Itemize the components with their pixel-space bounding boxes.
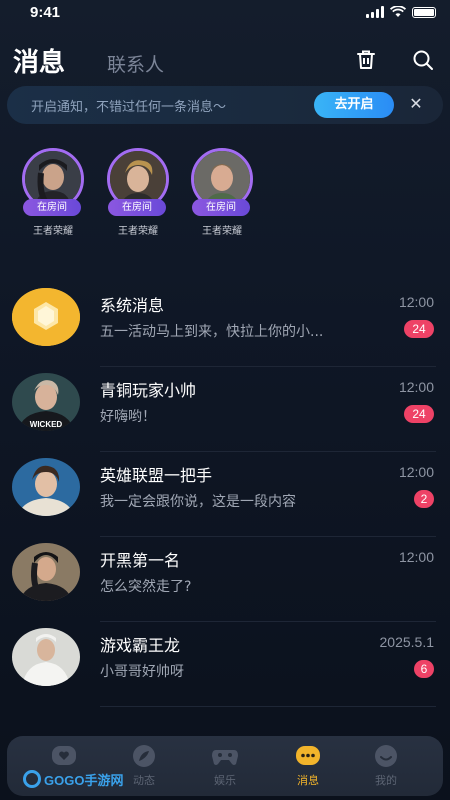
system-message-avatar	[12, 288, 80, 346]
conversation-item[interactable]: 游戏霸王龙 2025.5.1 小哥哥好帅呀 6	[0, 622, 450, 707]
nav-label: 我的	[375, 774, 397, 787]
trash-icon[interactable]	[354, 48, 378, 72]
conversation-time: 2025.5.1	[379, 634, 435, 650]
in-room-badge: 在房间	[108, 199, 166, 216]
divider	[100, 706, 436, 707]
conversation-time: 12:00	[398, 464, 434, 480]
conversation-time: 12:00	[398, 549, 434, 565]
watermark-logo: GOGO手游网	[23, 768, 123, 790]
conversation-item[interactable]: 英雄联盟一把手 12:00 我一定会跟你说，这是一段内容 2	[0, 452, 450, 537]
nav-item-entertainment[interactable]: 娱乐	[195, 744, 255, 788]
enable-notification-button[interactable]: 去开启	[314, 92, 394, 118]
conversation-name: 游戏霸王龙	[100, 636, 181, 655]
conversation-name: 开黑第一名	[100, 551, 181, 570]
search-icon[interactable]	[411, 48, 435, 72]
conversation-item[interactable]: 系统消息 12:00 五一活动马上到来，快拉上你的小... 24	[0, 282, 450, 367]
gamepad-icon	[212, 750, 238, 765]
avatar: WICKED	[12, 373, 80, 431]
conversation-name: 系统消息	[100, 296, 165, 315]
status-icons	[366, 6, 436, 18]
conversation-name: 青铜玩家小帅	[100, 381, 197, 400]
unread-badge: 6	[414, 660, 434, 678]
online-friends-row: 在房间 王者荣耀 在房间 王者荣耀 在房间 王者荣耀	[0, 148, 450, 240]
nav-label: 娱乐	[214, 774, 236, 787]
unread-badge: 2	[414, 490, 434, 508]
battery-icon	[412, 6, 436, 18]
tab-contacts[interactable]: 联系人	[107, 50, 164, 77]
smile-icon	[375, 745, 397, 767]
story-name: 王者荣耀	[118, 226, 158, 237]
message-bubble-icon	[296, 746, 320, 765]
avatar	[12, 458, 80, 516]
conversation-preview: 好嗨哟！	[100, 409, 156, 425]
conversation-time: 12:00	[398, 379, 434, 395]
header: 消息 联系人	[0, 40, 450, 80]
conversation-preview: 小哥哥好帅呀	[100, 664, 184, 680]
watermark-text: GOGO手游网	[44, 772, 124, 788]
conversation-preview: 我一定会跟你说，这是一段内容	[100, 494, 296, 510]
in-room-badge: 在房间	[192, 199, 250, 216]
heart-chat-icon	[52, 746, 76, 765]
conversation-name: 英雄联盟一把手	[100, 466, 213, 485]
conversation-preview: 五一活动马上到来，快拉上你的小...	[100, 324, 324, 340]
conversation-preview: 怎么突然走了?	[100, 579, 192, 595]
unread-badge: 24	[404, 320, 434, 338]
nav-item-profile[interactable]: 我的	[356, 744, 416, 788]
wifi-icon	[390, 6, 406, 17]
notification-banner: 开启通知，不错过任何一条消息～ 去开启 ✕	[7, 86, 443, 124]
story-name: 王者荣耀	[202, 226, 242, 237]
conversation-item[interactable]: 开黑第一名 12:00 怎么突然走了?	[0, 537, 450, 622]
signal-icon	[366, 6, 384, 18]
avatar-shirt-text: WICKED	[30, 420, 63, 429]
status-bar: 9:41	[0, 0, 450, 26]
watermark-circle-icon	[23, 770, 41, 788]
avatar	[12, 543, 80, 601]
unread-badge: 24	[404, 405, 434, 423]
avatar	[12, 628, 80, 686]
tab-messages[interactable]: 消息	[13, 42, 65, 79]
feather-icon	[133, 745, 155, 767]
conversation-item[interactable]: WICKED 青铜玩家小帅 12:00 好嗨哟！ 24	[0, 367, 450, 452]
notification-text: 开启通知，不错过任何一条消息～	[31, 100, 227, 115]
nav-item-messages[interactable]: 消息	[278, 744, 338, 788]
nav-label: 消息	[297, 774, 319, 787]
conversation-time: 12:00	[398, 294, 434, 310]
status-time: 9:41	[30, 4, 61, 21]
story-name: 王者荣耀	[33, 226, 73, 237]
in-room-badge: 在房间	[23, 199, 81, 216]
close-icon[interactable]: ✕	[405, 93, 427, 115]
